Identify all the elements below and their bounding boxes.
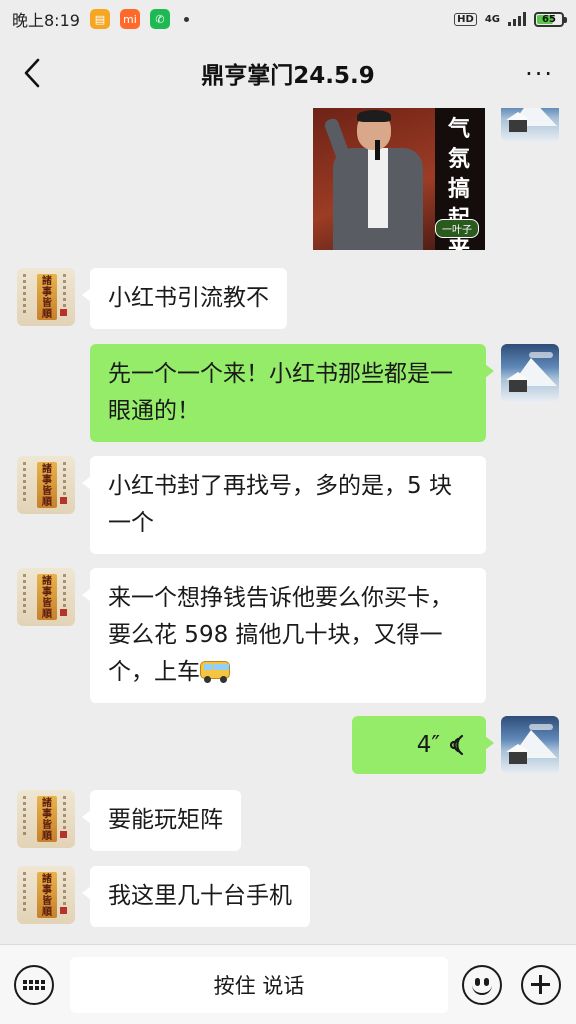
emoji-icon[interactable] <box>462 965 502 1005</box>
voice-message-bubble[interactable]: 4″ <box>352 716 494 774</box>
avatar-self[interactable] <box>501 108 559 142</box>
avatar-contact[interactable]: 諸事皆順 <box>17 268 75 326</box>
sticker-watermark: 一叶子 <box>435 219 479 238</box>
phone-icon: ✆ <box>149 9 170 29</box>
input-bar: 按住 说话 <box>0 944 576 1024</box>
message-bubble[interactable]: 来一个想挣钱告诉他要么你买卡，要么花 598 搞他几十块，又得一个，上车 <box>82 568 486 703</box>
status-indicators: HD 4G 65 <box>454 11 567 27</box>
message-bubble[interactable]: 要能玩矩阵 <box>82 790 241 851</box>
mi-store-icon: mi <box>119 9 140 29</box>
avatar-contact[interactable]: 諸事皆順 <box>17 866 75 924</box>
status-bar: 晚上8:19 ▤ mi ✆ HD 4G 65 <box>0 0 576 38</box>
battery-icon: 65 <box>534 11 567 27</box>
message-text: 来一个想挣钱告诉他要么你买卡，要么花 598 搞他几十块，又得一个，上车 <box>108 585 453 685</box>
avatar-self[interactable] <box>501 716 559 774</box>
message-bubble[interactable]: 我这里几十台手机 <box>82 866 310 927</box>
back-arrow-icon[interactable] <box>18 56 48 90</box>
keyboard-toggle-icon[interactable] <box>14 965 54 1005</box>
avatar-contact[interactable]: 諸事皆順 <box>17 568 75 626</box>
battery-level: 65 <box>542 13 556 25</box>
bus-icon <box>200 659 230 683</box>
hold-to-talk-button[interactable]: 按住 说话 <box>70 957 448 1013</box>
plus-icon[interactable] <box>521 965 561 1005</box>
network-type: 4G <box>484 13 500 25</box>
message-row-sticker: 气氛搞起来 一叶子 <box>0 108 576 250</box>
avatar-contact[interactable]: 諸事皆順 <box>17 456 75 514</box>
message-bubble[interactable]: 先一个一个来！小红书那些都是一眼通的！ <box>90 344 494 442</box>
hd-badge: HD <box>454 12 477 26</box>
voice-wave-icon <box>450 734 464 756</box>
message-bubble[interactable]: 小红书引流教不 <box>82 268 287 329</box>
more-options-icon[interactable]: ··· <box>525 60 554 88</box>
chat-title: 鼎亨掌门24.5.9 <box>201 63 375 89</box>
notes-app-icon: ▤ <box>89 9 110 29</box>
message-list[interactable]: 气氛搞起来 一叶子 諸事皆順 小红书引流教不 先一个一个来！小红书那些都是一眼通… <box>0 108 576 944</box>
chat-header: 鼎亨掌门24.5.9 ··· <box>0 38 576 108</box>
signal-icon <box>508 12 526 26</box>
sticker-image[interactable]: 气氛搞起来 一叶子 <box>313 108 485 250</box>
voice-duration: 4″ <box>416 731 440 758</box>
message-bubble[interactable]: 小红书封了再找号，多的是，5 块一个 <box>82 456 486 554</box>
avatar-self[interactable] <box>501 344 559 402</box>
notification-dot-icon <box>183 16 189 22</box>
status-time: 晚上8:19 <box>12 11 80 30</box>
avatar-contact[interactable]: 諸事皆順 <box>17 790 75 848</box>
